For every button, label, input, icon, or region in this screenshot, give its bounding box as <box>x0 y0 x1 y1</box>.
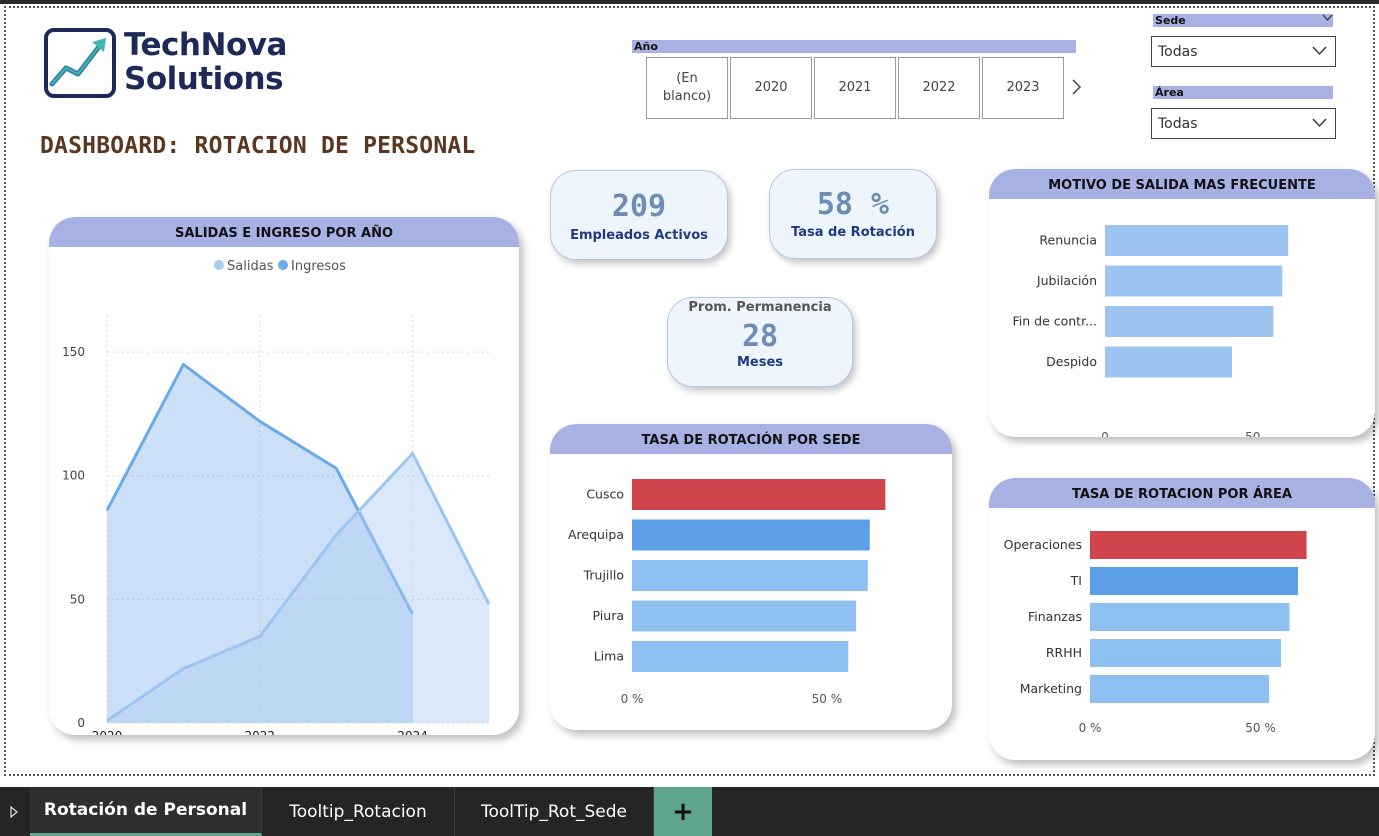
card-rotacion-area: TASA DE ROTACION POR ÁREA Operaciones TI F… <box>989 478 1375 760</box>
add-page-button[interactable]: + <box>654 787 712 836</box>
kpi-rate-label: Tasa de Rotación <box>791 225 915 240</box>
kpi-tenure-value: 28 <box>741 319 779 354</box>
sede-dropdown[interactable]: Todas <box>1151 36 1336 67</box>
chevron-right-icon[interactable] <box>1070 78 1082 96</box>
year-option-2021[interactable]: 2021 <box>814 57 896 119</box>
logo-chart-icon <box>44 28 116 98</box>
x-tick-label: 0 <box>1101 430 1109 437</box>
bar-arequipa <box>632 519 870 551</box>
x-tick-label: 50 % <box>1245 721 1276 735</box>
legend-label-ingresos: Ingresos <box>291 259 346 274</box>
category-label: Renuncia <box>1039 233 1097 248</box>
y-tick-label: 100 <box>62 469 85 483</box>
report-canvas: TechNova Solutions DASHBOARD: ROTACION D… <box>0 0 1379 836</box>
x-tick-label: 2022 <box>245 729 276 735</box>
bar-despido <box>1105 346 1233 378</box>
bar-piura <box>632 600 857 632</box>
kpi-tenure-title: Prom. Permanencia <box>688 300 832 315</box>
area-dropdown-value: Todas <box>1158 116 1198 132</box>
x-tick-label: 2024 <box>397 729 428 735</box>
y-tick-label: 50 <box>70 592 85 606</box>
category-label: Operaciones <box>1004 537 1082 552</box>
window-top-bar <box>0 0 1379 4</box>
category-label: Lima <box>594 649 624 664</box>
tab-tooltip-rotacion[interactable]: Tooltip_Rotacion <box>262 787 455 836</box>
page-title: DASHBOARD: ROTACION DE PERSONAL <box>40 133 476 159</box>
category-label: Fin de contr... <box>1012 314 1097 329</box>
chart-title: MOTIVO DE SALIDA MAS FRECUENTE <box>989 169 1375 199</box>
year-slicer: (En blanco) 2020 2021 2022 2023 <box>646 57 1064 119</box>
bar-renuncia <box>1105 225 1289 256</box>
year-slicer-header: Año <box>632 40 1076 53</box>
rotacion-sede-chart[interactable]: Cusco Arequipa Trujillo Piura Lima 0 % 50 % <box>550 454 952 730</box>
rotacion-area-chart[interactable]: Operaciones TI Finanzas RRHH Marketing 0 % 50 … <box>989 508 1375 760</box>
category-label: Jubilación <box>1036 273 1097 288</box>
bar-jubilación <box>1105 265 1283 297</box>
chevron-down-icon <box>1312 118 1327 128</box>
card-salidas-ingresos: SALIDAS E INGRESO POR AÑO Salidas Ingreso… <box>49 217 519 735</box>
kpi-avg-tenure: Prom. Permanencia 28 Meses <box>667 297 853 387</box>
sede-dropdown-value: Todas <box>1158 44 1198 60</box>
category-label: RRHH <box>1046 645 1082 660</box>
triangle-right-icon[interactable] <box>10 806 18 818</box>
chart-title: TASA DE ROTACIÓN POR SEDE <box>550 424 952 454</box>
year-option-2022[interactable]: 2022 <box>898 57 980 119</box>
category-label: Marketing <box>1020 681 1082 696</box>
area-dropdown[interactable]: Todas <box>1151 108 1336 139</box>
company-logo-text: TechNova Solutions <box>124 28 287 96</box>
area-slicer-header: Área <box>1153 86 1333 99</box>
card-rotacion-sede: TASA DE ROTACIÓN POR SEDE Cusco Arequipa T… <box>550 424 952 730</box>
legend-marker-salidas <box>214 260 224 270</box>
bar-marketing <box>1090 675 1270 703</box>
y-tick-label: 0 <box>77 716 85 730</box>
kpi-tenure-label: Meses <box>736 355 784 370</box>
chevron-down-icon <box>1312 46 1327 56</box>
bar-lima <box>632 641 849 672</box>
tab-tooltip-rot-sede[interactable]: ToolTip_Rot_Sede <box>455 787 654 836</box>
sede-slicer-header: Sede <box>1153 14 1333 27</box>
tab-rotacion-personal[interactable]: Rotación de Personal <box>30 787 262 836</box>
x-tick-label: 2020 <box>92 729 123 735</box>
x-tick-label: 50 <box>1245 430 1260 437</box>
bar-ti <box>1090 567 1299 595</box>
bar-trujillo <box>632 560 868 591</box>
category-label: Piura <box>593 608 624 623</box>
bar-fin-de-contr- <box>1105 306 1274 337</box>
kpi-active-label: Empleados Activos <box>570 228 708 243</box>
x-tick-label: 50 % <box>812 692 843 706</box>
category-label: Trujillo <box>583 568 624 583</box>
category-label: Cusco <box>586 487 624 502</box>
year-option-2020[interactable]: 2020 <box>730 57 812 119</box>
card-motivo-salida: MOTIVO DE SALIDA MAS FRECUENTE Renuncia J… <box>989 169 1375 437</box>
category-label: Arequipa <box>568 527 624 542</box>
category-label: Despido <box>1046 354 1097 369</box>
kpi-turnover-rate: 58 % Tasa de Rotación <box>769 169 937 259</box>
y-tick-label: 150 <box>62 345 85 359</box>
legend-marker-ingresos <box>278 260 288 270</box>
x-tick-label: 0 % <box>1079 721 1102 735</box>
bar-operaciones <box>1090 531 1307 559</box>
bar-rrhh <box>1090 639 1281 667</box>
kpi-rate-value: 58 % <box>816 187 890 222</box>
chart-title: SALIDAS E INGRESO POR AÑO <box>49 217 519 247</box>
logo-line-1: TechNova <box>124 27 287 63</box>
chart-title: TASA DE ROTACION POR ÁREA <box>989 478 1375 508</box>
category-label: Finanzas <box>1028 609 1082 624</box>
x-tick-label: 0 % <box>621 692 644 706</box>
kpi-active-employees: 209 Empleados Activos <box>550 170 728 260</box>
bar-finanzas <box>1090 603 1290 631</box>
legend-label-salidas: Salidas <box>227 259 274 274</box>
logo-line-2: Solutions <box>124 61 284 97</box>
year-option-blank[interactable]: (En blanco) <box>646 57 728 119</box>
chevron-down-icon[interactable] <box>1322 14 1333 22</box>
category-label: TI <box>1070 573 1082 588</box>
salidas-ingresos-chart[interactable]: Salidas Ingresos 0 50 100 150 2020 2022 2024 <box>49 247 519 735</box>
bar-cusco <box>632 479 886 510</box>
motivo-salida-chart[interactable]: Renuncia Jubilación Fin de contr... Despido… <box>989 199 1375 437</box>
year-option-2023[interactable]: 2023 <box>982 57 1064 119</box>
kpi-active-value: 209 <box>611 189 667 224</box>
